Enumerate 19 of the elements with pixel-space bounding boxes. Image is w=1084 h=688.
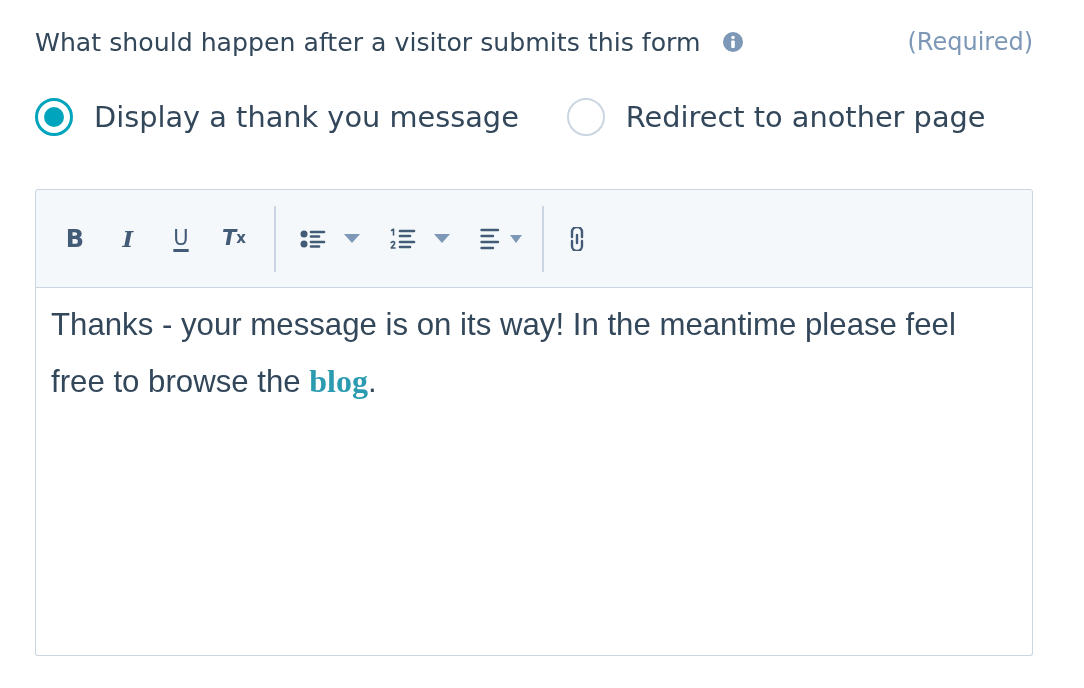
radio-label[interactable]: Display a thank you message: [94, 100, 519, 134]
link-icon: [570, 226, 584, 251]
numbered-list-icon: [390, 227, 416, 250]
question-label: What should happen after a visitor submits this form: [35, 27, 701, 57]
required-note: (Required): [907, 28, 1033, 56]
info-icon[interactable]: [722, 32, 743, 52]
message-text: Thanks - your message is on its way! In the meantime please feel free to browse the blog.: [51, 306, 957, 401]
caret-icon: [434, 234, 450, 243]
radio-button[interactable]: [35, 98, 73, 136]
align-left-icon: [480, 227, 500, 250]
radio-button[interactable]: [566, 98, 605, 136]
radio-label[interactable]: Redirect to another page: [625, 100, 986, 134]
bold-button[interactable]: B: [55, 218, 95, 259]
underline-button[interactable]: U: [161, 218, 201, 259]
caret-icon: [344, 234, 360, 243]
message-editor-field[interactable]: Thanks - your message is on its way! In the meantime please feel free to browse the blog.: [35, 288, 1033, 656]
italic-button[interactable]: I: [108, 218, 148, 259]
caret-icon: [510, 234, 522, 243]
bullet-list-icon: [300, 228, 326, 249]
